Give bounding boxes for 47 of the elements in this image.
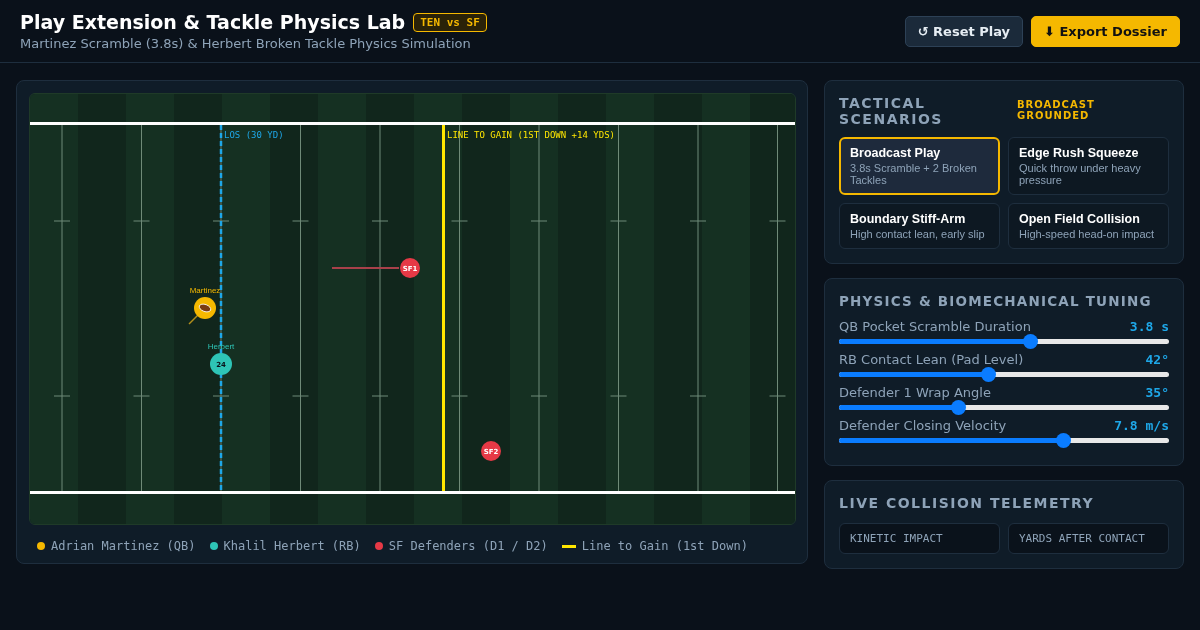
player-marker[interactable]	[210, 353, 232, 375]
panel-title: LIVE COLLISION TELEMETRY	[839, 495, 1096, 511]
los-label: LOS (30 YD)	[224, 130, 284, 140]
scenario-card[interactable]: Broadcast Play 3.8s Scramble + 2 Broken Tackles	[839, 137, 1000, 195]
scenario-name: Open Field Collision	[1019, 212, 1141, 226]
scenario-description: 3.8s Scramble + 2 Broken Tackles	[850, 162, 978, 186]
slider-thumb[interactable]	[980, 367, 996, 382]
slider-thumb[interactable]	[1056, 433, 1072, 448]
export-button[interactable]: ⬇ Export Dossier	[1031, 15, 1180, 47]
line-to-gain-label: LINE TO GAIN (1ST DOWN +14 YDS)	[447, 130, 615, 140]
scenario-name: Boundary Stiff-Arm	[850, 212, 967, 226]
scenario-name: Broadcast Play	[850, 146, 942, 160]
scenario-description: High contact lean, early slip	[850, 228, 986, 240]
slider-reading: 35°	[1145, 385, 1169, 400]
scenario-description: High-speed head-on impact	[1019, 228, 1156, 240]
slider-thumb[interactable]	[950, 400, 966, 415]
scenario-description: Quick throw under heavy pressure	[1019, 162, 1142, 186]
scenario-card[interactable]: Edge Rush Squeeze Quick throw under heavy pressure	[1008, 137, 1169, 195]
slider-label: Defender Closing Velocity	[839, 418, 1007, 433]
slider-label: RB Contact Lean (Pad Level)	[839, 352, 1024, 367]
slider-label: Defender 1 Wrap Angle	[839, 385, 991, 400]
slider-reading: 42°	[1145, 352, 1169, 367]
scenario-name: Edge Rush Squeeze	[1019, 146, 1140, 160]
app-title: Play Extension & Tackle Physics Lab	[20, 11, 406, 33]
player-marker[interactable]	[400, 258, 420, 278]
player-marker[interactable]	[481, 441, 501, 461]
slider-thumb[interactable]	[1023, 334, 1039, 349]
mode-tag: BROADCAST GROUNDED	[1017, 99, 1169, 121]
matchup-badge: TEN vs SF	[413, 12, 487, 32]
legend-label: SF Defenders (D1 / D2)	[388, 539, 548, 553]
panel-title: TACTICAL SCENARIOS	[839, 95, 944, 127]
app-subtitle: Martinez Scramble (3.8s) & Herbert Broken Tackle Physics Simulation	[20, 36, 472, 51]
football-icon	[198, 303, 212, 313]
slider-reading: 7.8 m/s	[1114, 418, 1169, 433]
player-name: Herbert	[207, 342, 235, 351]
legend-label: Khalil Herbert (RB)	[223, 539, 361, 553]
player-name: Martinez	[189, 286, 221, 295]
slider-reading: 3.8 s	[1129, 319, 1169, 334]
telemetry-label: YARDS AFTER CONTACT	[1019, 532, 1145, 545]
reset-button[interactable]: ↺ Reset Play	[904, 15, 1024, 47]
panel-title: PHYSICS & BIOMECHANICAL TUNING	[839, 293, 1153, 309]
scenario-card[interactable]: Open Field Collision High-speed head-on impact	[1008, 203, 1169, 249]
slider-label: QB Pocket Scramble Duration	[839, 319, 1031, 334]
telemetry-label: KINETIC IMPACT	[850, 532, 943, 545]
legend-label: Adrian Martinez (QB)	[51, 539, 196, 553]
scenario-card[interactable]: Boundary Stiff-Arm High contact lean, early slip	[839, 203, 1000, 249]
legend-label: Line to Gain (1st Down)	[581, 539, 748, 553]
